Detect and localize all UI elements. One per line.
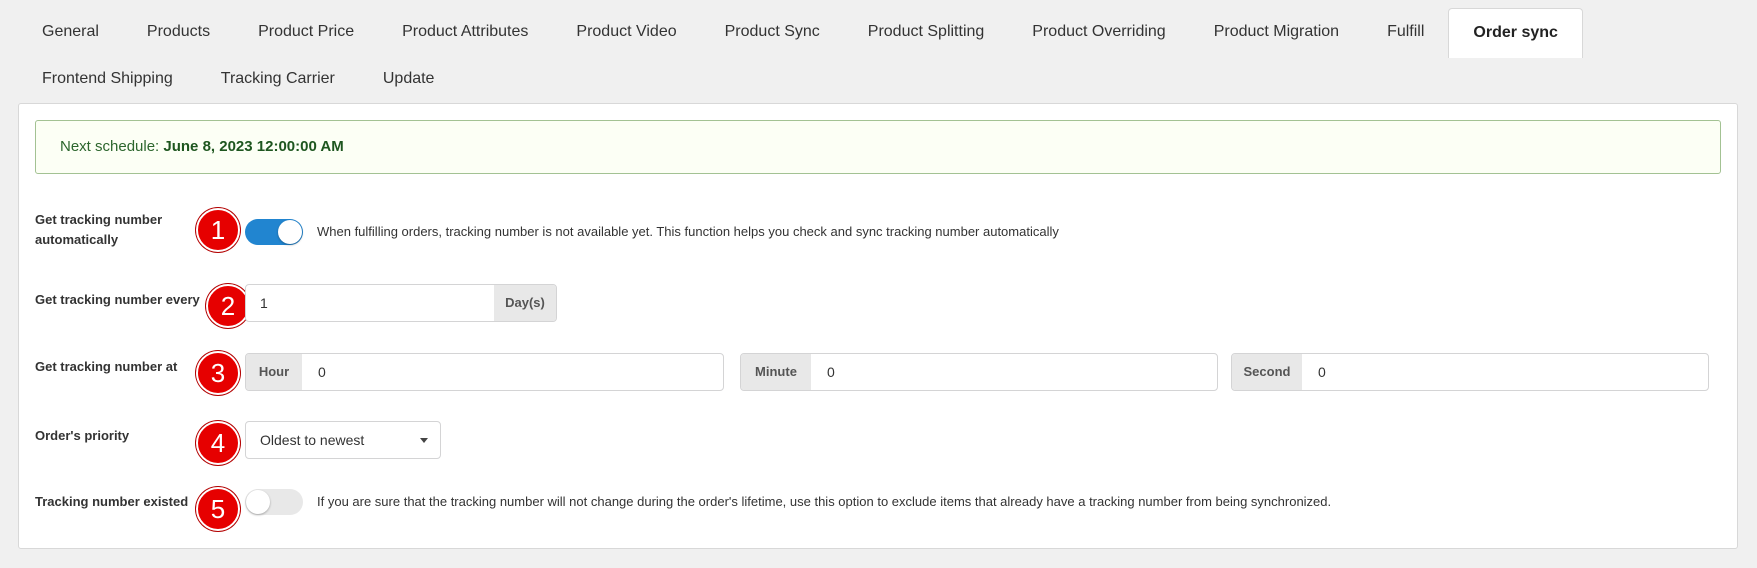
order-sync-panel: Next schedule: June 8, 2023 12:00:00 AM … [18,103,1738,549]
next-schedule-notice: Next schedule: June 8, 2023 12:00:00 AM [35,120,1721,174]
second-label: Second [1232,354,1302,390]
tab-tracking-carrier[interactable]: Tracking Carrier [197,55,359,103]
step-badge-4: 4 [196,421,240,465]
tab-frontend-shipping[interactable]: Frontend Shipping [18,55,197,103]
tab-update[interactable]: Update [359,55,459,103]
tab-product-migration[interactable]: Product Migration [1190,8,1363,56]
tracking-existed-label: Tracking number existed [35,494,189,509]
interval-unit-label: Day(s) [494,285,556,321]
tracking-existed-description: If you are sure that the tracking number… [317,494,1332,509]
hour-label: Hour [246,354,302,390]
interval-label: Get tracking number every [35,292,200,307]
toggle-knob [246,490,270,514]
minute-input[interactable]: 0 [827,354,835,390]
tab-product-attributes[interactable]: Product Attributes [378,8,552,56]
hour-input-group: Hour 0 [245,353,724,391]
toggle-knob [278,220,302,244]
minute-input-group: Minute 0 [740,353,1218,391]
step-badge-3: 3 [196,351,240,395]
tab-product-splitting[interactable]: Product Splitting [844,8,1009,56]
tab-row-1: General Products Product Price Product A… [18,8,1583,58]
tab-product-video[interactable]: Product Video [552,8,700,56]
second-input-group: Second 0 [1231,353,1709,391]
next-schedule-datetime: June 8, 2023 12:00:00 AM [163,138,344,155]
time-at-label: Get tracking number at [35,359,178,374]
minute-label: Minute [741,354,811,390]
step-badge-5: 5 [196,487,240,531]
priority-label: Order's priority [35,428,130,443]
auto-tracking-description: When fulfilling orders, tracking number … [317,224,1059,239]
second-input[interactable]: 0 [1318,354,1326,390]
chevron-down-icon [420,438,428,443]
interval-input-group: 1 Day(s) [245,284,557,322]
tab-row-2: Frontend Shipping Tracking Carrier Updat… [18,55,458,103]
tab-product-sync[interactable]: Product Sync [701,8,844,56]
auto-tracking-toggle[interactable] [245,219,303,245]
priority-selected-value: Oldest to newest [260,432,365,448]
interval-input[interactable]: 1 [260,285,268,321]
priority-dropdown[interactable]: Oldest to newest [245,421,441,459]
hour-input[interactable]: 0 [318,354,326,390]
next-schedule-prefix: Next schedule: [60,138,164,155]
tab-products[interactable]: Products [123,8,234,56]
step-badge-2: 2 [206,284,250,328]
step-badge-1: 1 [196,208,240,252]
tab-general[interactable]: General [18,8,123,56]
tracking-existed-toggle[interactable] [245,489,303,515]
tab-fulfill[interactable]: Fulfill [1363,8,1448,56]
tab-product-overriding[interactable]: Product Overriding [1008,8,1189,56]
tab-product-price[interactable]: Product Price [234,8,378,56]
auto-tracking-label: Get tracking number automatically [35,212,163,247]
tab-order-sync[interactable]: Order sync [1448,8,1583,58]
